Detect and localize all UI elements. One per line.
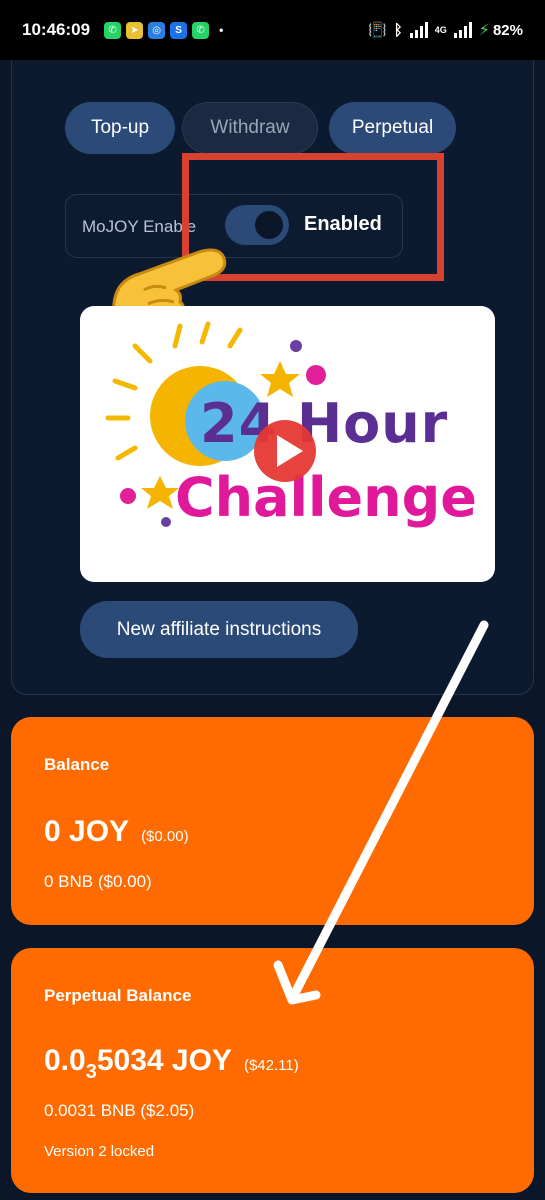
whatsapp-icon: ✆: [104, 21, 122, 39]
browser-icon: ◎: [148, 21, 166, 39]
shazam-icon: S: [170, 21, 188, 39]
signal-icon-2: [453, 22, 472, 38]
perpetual-title: Perpetual Balance: [44, 986, 192, 1005]
balance-joy-value: 0 JOY: [44, 815, 130, 848]
perpetual-button[interactable]: Perpetual: [329, 102, 456, 154]
video-thumbnail[interactable]: 24 Hour Challenge: [80, 306, 495, 582]
perpetual-balance-card: Perpetual Balance 0.035034 JOY ($42.11) 0…: [11, 948, 534, 1193]
battery-percent: 82%: [492, 21, 523, 39]
bluetooth-icon: ᛒ: [393, 21, 403, 39]
status-bar-underlay: [0, 40, 545, 60]
balance-card: Balance 0 JOY ($0.00) 0 BNB ($0.00): [11, 717, 534, 925]
perpetual-bnb-line: 0.0031 BNB ($2.05): [44, 1101, 195, 1120]
balance-joy-amount: 0 JOY ($0.00): [44, 815, 189, 849]
perpetual-amount-prefix: 0.0: [44, 1044, 86, 1077]
network-type: 4G: [434, 25, 447, 35]
status-time: 10:46:09: [22, 20, 91, 39]
whatsapp-icon: ✆: [192, 21, 210, 39]
perpetual-joy-usd: ($42.11): [243, 1057, 299, 1074]
play-icon[interactable]: [253, 419, 317, 483]
status-right: 📳 ᛒ 4G ⚡ 82%: [368, 20, 523, 40]
balance-joy-usd: ($0.00): [141, 828, 189, 845]
signal-icon: [409, 22, 428, 38]
vibrate-icon: 📳: [368, 22, 387, 39]
balance-bnb-line: 0 BNB ($0.00): [44, 872, 152, 891]
perpetual-joy-amount: 0.035034 JOY ($42.11): [44, 1044, 299, 1083]
balance-title: Balance: [44, 755, 110, 774]
withdraw-button[interactable]: Withdraw: [182, 102, 318, 154]
video-title-line2: Challenge: [175, 466, 477, 529]
affiliate-instructions-button[interactable]: New affiliate instructions: [80, 601, 358, 658]
battery-indicator: ⚡ 82%: [479, 20, 523, 40]
video-title-line1: 24 Hour: [200, 392, 449, 455]
perpetual-version-note: Version 2 locked: [44, 1143, 155, 1160]
topup-button[interactable]: Top-up: [65, 102, 175, 154]
perpetual-amount-suffix: 5034 JOY: [96, 1044, 232, 1077]
perpetual-amount-subscript: 3: [85, 1061, 97, 1083]
notification-icons: ✆ ➤ ◎ S ✆: [104, 21, 210, 39]
status-dot: •: [219, 23, 224, 37]
telegram-icon: ➤: [126, 21, 144, 39]
charging-icon: ⚡: [478, 22, 490, 39]
